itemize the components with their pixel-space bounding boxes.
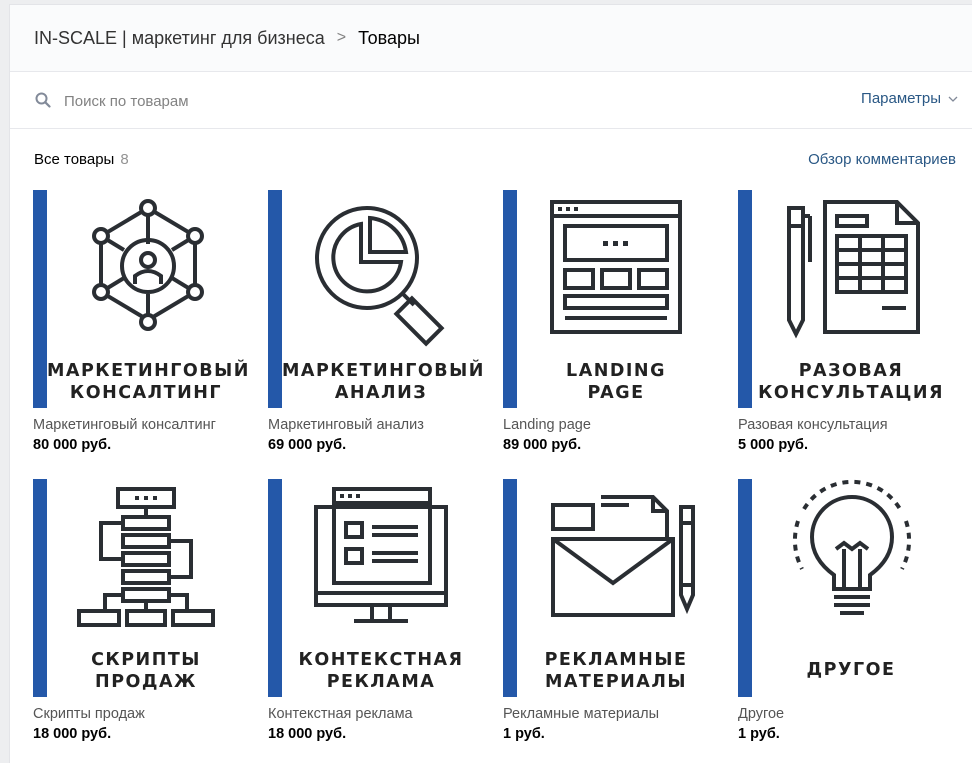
product-price: 5 000 руб. <box>738 437 809 453</box>
product-card-other[interactable]: ДРУГОЕ Другое 1 руб. <box>738 479 950 742</box>
accent-bar <box>738 479 752 697</box>
product-caption[interactable]: Landing page <box>503 417 591 433</box>
product-title-line1: МАРКЕТИНГОВЫЙ <box>282 361 485 381</box>
product-image[interactable]: МАРКЕТИНГОВЫЙ КОНСАЛТИНГ <box>33 190 250 408</box>
params-label: Параметры <box>861 90 941 107</box>
product-caption[interactable]: Разовая консультация <box>738 417 888 433</box>
breadcrumb-owner-link[interactable]: IN-SCALE | маркетинг для бизнеса <box>34 28 325 49</box>
accent-bar <box>268 479 282 697</box>
product-title-line2: КОНСАЛТИНГ <box>69 383 223 403</box>
product-image[interactable]: РЕКЛАМНЫЕ МАТЕРИАЛЫ <box>503 479 715 697</box>
search-input[interactable] <box>62 89 666 113</box>
product-card-landing-page[interactable]: LANDING PAGE Landing page 89 000 руб. <box>503 190 715 453</box>
product-caption[interactable]: Контекстная реклама <box>268 706 413 722</box>
product-caption[interactable]: Маркетинговый анализ <box>268 417 424 433</box>
product-title-line2: КОНСУЛЬТАЦИЯ <box>758 383 944 403</box>
accent-bar <box>268 190 282 408</box>
product-title-line1: МАРКЕТИНГОВЫЙ <box>47 361 250 381</box>
product-title-line1: РАЗОВАЯ <box>798 361 904 381</box>
product-caption[interactable]: Скрипты продаж <box>33 706 145 722</box>
product-title-line1: РЕКЛАМНЫЕ <box>544 650 688 670</box>
product-card-context-ads[interactable]: КОНТЕКСТНАЯ РЕКЛАМА Контекстная реклама … <box>268 479 480 742</box>
product-image[interactable]: СКРИПТЫ ПРОДАЖ <box>33 479 245 697</box>
accent-bar <box>503 479 517 697</box>
product-title-line1: ДРУГОЕ <box>806 660 896 680</box>
product-price: 18 000 руб. <box>268 726 347 742</box>
product-card-ad-materials[interactable]: РЕКЛАМНЫЕ МАТЕРИАЛЫ Рекламные материалы … <box>503 479 715 742</box>
accent-bar <box>503 190 517 408</box>
product-title-line2: РЕКЛАМА <box>326 672 436 692</box>
accent-bar <box>33 190 47 408</box>
params-dropdown[interactable]: Параметры <box>861 90 958 107</box>
reviews-link[interactable]: Обзор комментариев <box>808 151 956 168</box>
breadcrumb: IN-SCALE | маркетинг для бизнеса > Товар… <box>10 5 972 72</box>
product-title-line2: PAGE <box>587 383 645 403</box>
product-price: 89 000 руб. <box>503 437 582 453</box>
product-image[interactable]: МАРКЕТИНГОВЫЙ АНАЛИЗ <box>268 190 485 408</box>
product-card-one-time-consultation[interactable]: РАЗОВАЯ КОНСУЛЬТАЦИЯ Разовая консультаци… <box>738 190 950 453</box>
product-price: 80 000 руб. <box>33 437 112 453</box>
product-title-line1: КОНТЕКСТНАЯ <box>298 650 464 670</box>
product-title-line2: АНАЛИЗ <box>334 383 428 403</box>
product-caption[interactable]: Рекламные материалы <box>503 706 659 722</box>
product-price: 69 000 руб. <box>268 437 347 453</box>
product-price: 1 руб. <box>503 726 545 742</box>
product-image[interactable]: КОНТЕКСТНАЯ РЕКЛАМА <box>268 479 480 697</box>
all-products-label: Все товары 8 <box>34 151 129 168</box>
chevron-down-icon <box>948 96 958 102</box>
breadcrumb-separator: > <box>336 29 347 46</box>
product-card-marketing-analysis[interactable]: МАРКЕТИНГОВЫЙ АНАЛИЗ Маркетинговый анали… <box>268 190 485 453</box>
product-caption[interactable]: Маркетинговый консалтинг <box>33 417 216 433</box>
product-card-sales-scripts[interactable]: СКРИПТЫ ПРОДАЖ Скрипты продаж 18 000 руб… <box>33 479 245 742</box>
product-image[interactable]: LANDING PAGE <box>503 190 715 408</box>
accent-bar <box>33 479 47 697</box>
product-price: 18 000 руб. <box>33 726 112 742</box>
products-count: 8 <box>120 151 129 168</box>
product-title-line2: МАТЕРИАЛЫ <box>544 672 688 692</box>
product-title-line1: LANDING <box>566 361 666 381</box>
page-title: Товары <box>358 27 420 48</box>
search-icon <box>35 92 51 108</box>
accent-bar <box>738 190 752 408</box>
search-bar: Параметры <box>10 72 972 129</box>
product-title-line2: ПРОДАЖ <box>95 672 197 692</box>
product-price: 1 руб. <box>738 726 780 742</box>
list-header: Все товары 8 Обзор комментариев <box>10 147 972 171</box>
product-image[interactable]: РАЗОВАЯ КОНСУЛЬТАЦИЯ <box>738 190 950 408</box>
product-caption[interactable]: Другое <box>738 706 784 722</box>
product-image[interactable]: ДРУГОЕ <box>738 479 950 697</box>
product-title-line1: СКРИПТЫ <box>91 650 201 670</box>
product-card-marketing-consulting[interactable]: МАРКЕТИНГОВЫЙ КОНСАЛТИНГ Маркетинговый к… <box>33 190 250 453</box>
all-products-text: Все товары <box>34 151 115 168</box>
